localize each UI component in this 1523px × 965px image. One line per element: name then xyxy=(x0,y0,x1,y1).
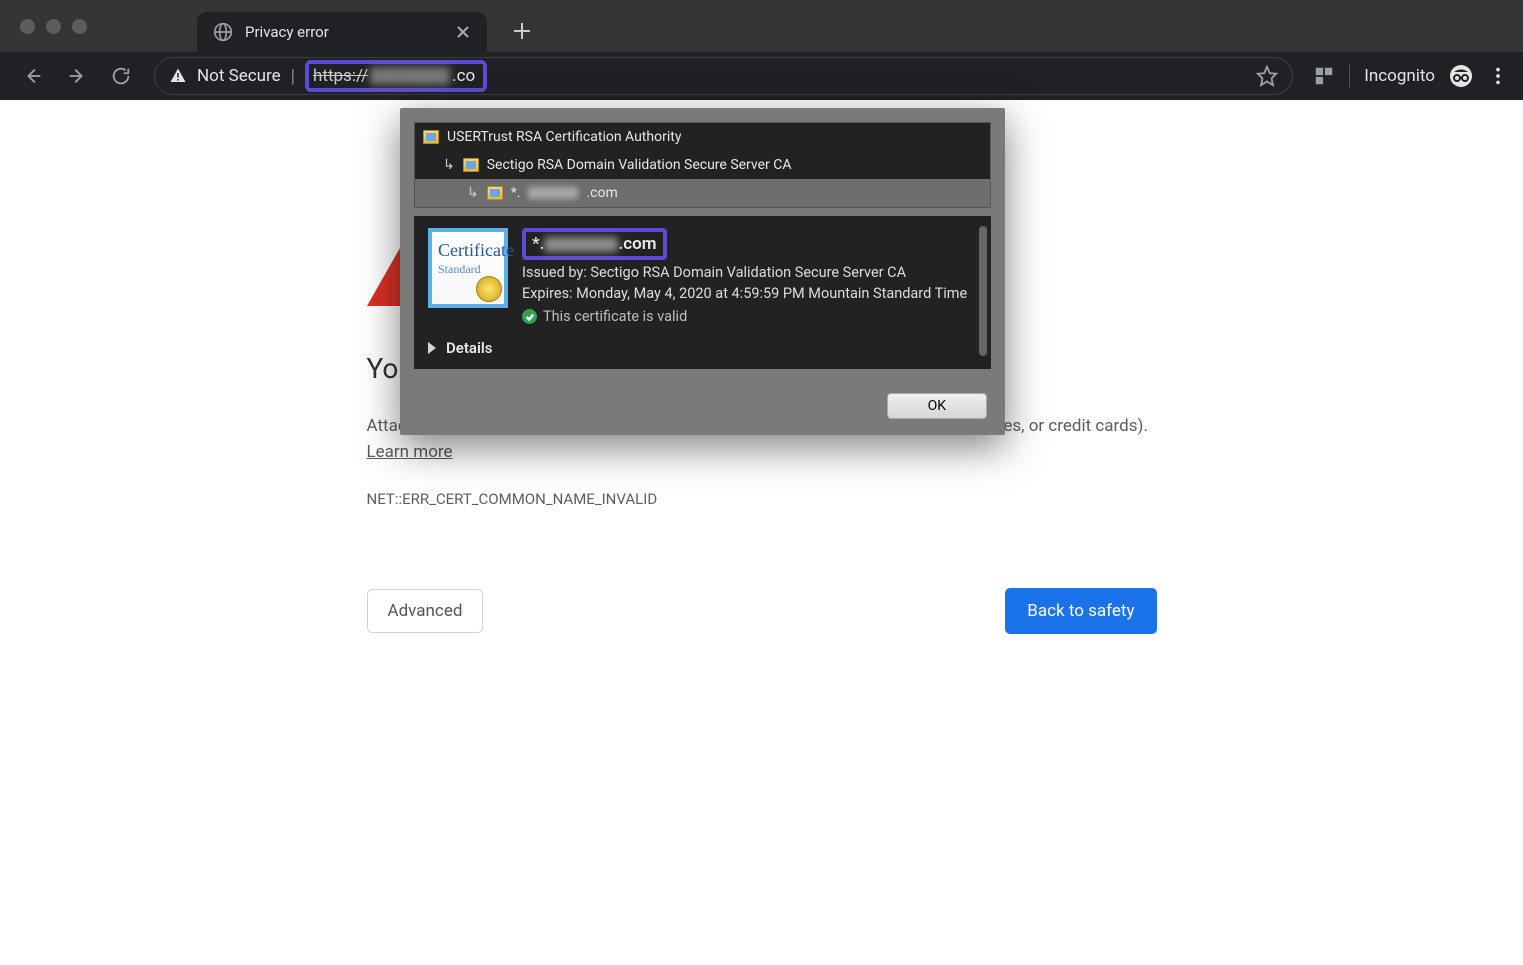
seal-icon xyxy=(476,276,502,302)
cert-chain-root[interactable]: USERTrust RSA Certification Authority xyxy=(415,123,990,151)
minimize-window-button[interactable] xyxy=(46,19,61,34)
tree-arrow-icon: ↳ xyxy=(443,157,455,173)
toolbar: Not Secure | https:// .co Incognito xyxy=(0,52,1523,100)
bookmark-star-icon[interactable] xyxy=(1256,65,1278,87)
tree-arrow-icon: ↳ xyxy=(467,185,479,201)
url-scheme: https:// xyxy=(313,66,368,86)
cert-issued-by: Issued by: Sectigo RSA Domain Validation… xyxy=(522,264,977,281)
error-code: NET::ERR_CERT_COMMON_NAME_INVALID xyxy=(367,490,1157,508)
close-window-button[interactable] xyxy=(20,19,35,34)
browser-chrome-top: Privacy error Not Secure | https:// .co xyxy=(0,0,1523,100)
divider xyxy=(1349,65,1350,87)
check-circle-icon xyxy=(522,309,537,324)
cert-chain-intermediate[interactable]: ↳ Sectigo RSA Domain Validation Secure S… xyxy=(415,151,990,179)
details-disclosure[interactable]: Details xyxy=(428,339,977,357)
cert-image-title: Certificate xyxy=(438,240,514,261)
back-to-safety-button[interactable]: Back to safety xyxy=(1005,588,1156,634)
cert-image-sub: Standard xyxy=(438,262,481,277)
globe-icon xyxy=(213,22,233,42)
certificate-chain-tree: USERTrust RSA Certification Authority ↳ … xyxy=(414,122,991,208)
cert-valid-row: This certificate is valid xyxy=(522,308,977,325)
cert-leaf-redacted xyxy=(528,187,578,199)
toolbar-right: Incognito xyxy=(1313,64,1509,88)
certificate-details: *. .com Issued by: Sectigo RSA Domain Val… xyxy=(522,228,977,325)
button-row: Advanced Back to safety xyxy=(367,588,1157,634)
tab-title: Privacy error xyxy=(245,23,443,41)
dialog-button-row: OK xyxy=(400,379,1005,435)
url-tld: .co xyxy=(452,66,475,86)
close-tab-icon[interactable] xyxy=(455,24,471,40)
certificate-icon xyxy=(487,186,503,200)
window-controls-bar: Privacy error xyxy=(0,0,1523,52)
cert-root-name: USERTrust RSA Certification Authority xyxy=(447,129,681,145)
separator: | xyxy=(291,66,295,87)
tab-strip: Privacy error xyxy=(197,0,541,52)
cert-chain-leaf[interactable]: ↳ *. .com xyxy=(415,179,990,207)
kebab-menu-icon[interactable] xyxy=(1487,65,1509,87)
incognito-label: Incognito xyxy=(1364,66,1435,86)
certificate-info-panel: Certificate Standard *. .com Issued by: S… xyxy=(414,216,991,369)
cert-leaf-prefix: *. xyxy=(511,185,521,201)
url-domain-redacted xyxy=(370,67,450,85)
reload-button[interactable] xyxy=(102,57,140,95)
cn-prefix: *. xyxy=(532,234,544,254)
cert-leaf-suffix: .com xyxy=(586,185,617,201)
url-highlight-box: https:// .co xyxy=(305,60,487,92)
cert-intermediate-name: Sectigo RSA Domain Validation Secure Ser… xyxy=(487,157,792,173)
address-bar[interactable]: Not Secure | https:// .co xyxy=(154,57,1293,95)
cn-redacted xyxy=(544,237,618,252)
certificate-dialog: USERTrust RSA Certification Authority ↳ … xyxy=(400,108,1005,435)
advanced-button[interactable]: Advanced xyxy=(367,589,484,633)
disclosure-triangle-icon xyxy=(428,342,436,354)
cert-common-name-highlight: *. .com xyxy=(522,228,667,260)
nav-back-button[interactable] xyxy=(14,57,52,95)
cert-expires: Expires: Monday, May 4, 2020 at 4:59:59 … xyxy=(522,285,977,302)
nav-forward-button[interactable] xyxy=(58,57,96,95)
scrollbar-thumb[interactable] xyxy=(979,226,987,356)
plus-icon xyxy=(513,22,531,40)
ok-button[interactable]: OK xyxy=(887,393,987,419)
details-label: Details xyxy=(446,339,492,357)
certificate-image: Certificate Standard xyxy=(428,228,508,308)
new-tab-button[interactable] xyxy=(503,12,541,50)
zoom-window-button[interactable] xyxy=(72,19,87,34)
tab-active[interactable]: Privacy error xyxy=(197,12,487,52)
certificate-icon xyxy=(463,158,479,172)
cn-suffix: .com xyxy=(618,234,656,254)
learn-more-link[interactable]: Learn more xyxy=(367,442,453,462)
incognito-icon[interactable] xyxy=(1449,64,1473,88)
certificate-icon xyxy=(423,130,439,144)
extension-icon[interactable] xyxy=(1313,65,1335,87)
traffic-lights xyxy=(20,19,87,34)
cert-valid-text: This certificate is valid xyxy=(543,308,687,325)
not-secure-label: Not Secure xyxy=(197,66,281,86)
not-secure-warning-icon xyxy=(169,67,187,85)
